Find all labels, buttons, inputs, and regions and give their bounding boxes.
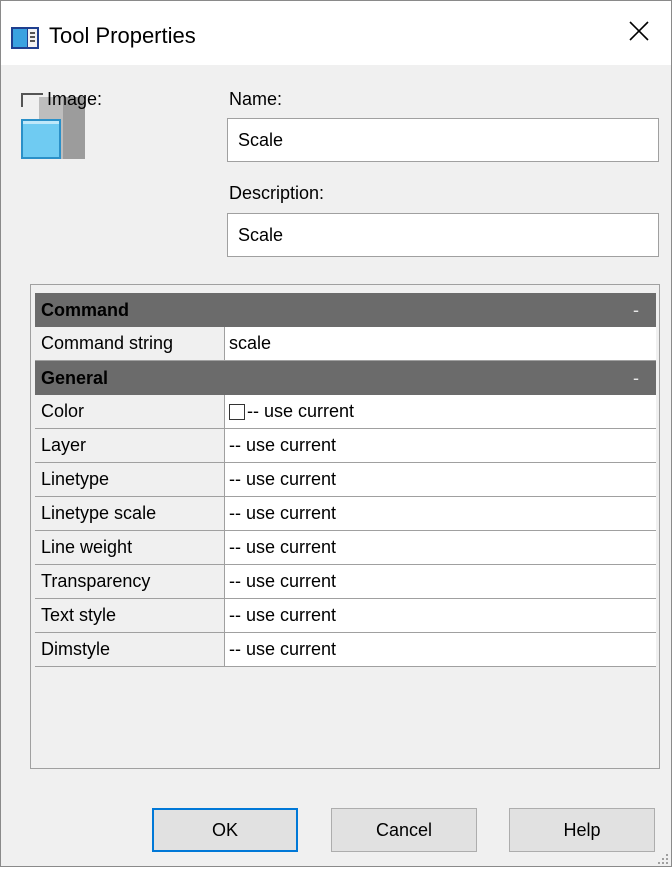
help-button[interactable]: Help xyxy=(509,808,655,852)
color-swatch-icon xyxy=(229,403,245,420)
category-title: Command xyxy=(41,299,130,320)
property-row-linetype: Linetype -- use current xyxy=(35,463,656,497)
name-label: Name: xyxy=(229,89,283,109)
property-row-transparency: Transparency -- use current xyxy=(35,565,656,599)
property-value[interactable]: -- use current xyxy=(225,429,656,462)
property-name: Linetype xyxy=(35,463,225,496)
tool-properties-dialog: Tool Properties Image: Name: Description… xyxy=(0,0,672,867)
property-name: Text style xyxy=(35,599,225,632)
resize-grip-icon[interactable] xyxy=(657,852,669,864)
collapse-toggle[interactable]: - xyxy=(616,368,656,389)
name-input[interactable] xyxy=(227,118,659,162)
property-row-command-string: Command string scale xyxy=(35,327,656,361)
category-title: General xyxy=(41,367,109,388)
description-input[interactable] xyxy=(227,213,659,257)
dialog-title: Tool Properties xyxy=(49,23,196,48)
property-name: Line weight xyxy=(35,531,225,564)
title-bar: Tool Properties xyxy=(1,1,671,65)
properties-grid: Command - Command string scale General -… xyxy=(35,293,656,667)
close-icon xyxy=(628,20,650,47)
property-name: Linetype scale xyxy=(35,497,225,530)
property-value[interactable]: -- use current xyxy=(225,531,656,564)
cancel-button[interactable]: Cancel xyxy=(331,808,477,852)
property-name: Command string xyxy=(35,327,225,360)
tool-properties-icon xyxy=(11,27,39,49)
image-label: Image: xyxy=(47,89,103,109)
description-label: Description: xyxy=(229,183,325,203)
category-command[interactable]: Command - xyxy=(35,293,656,327)
collapse-toggle[interactable]: - xyxy=(616,300,656,321)
close-button[interactable] xyxy=(607,1,671,65)
property-value[interactable]: -- use current xyxy=(225,599,656,632)
property-value-color[interactable]: -- use current xyxy=(225,395,656,428)
property-value[interactable]: -- use current xyxy=(225,565,656,598)
property-value[interactable]: -- use current xyxy=(225,463,656,496)
category-general[interactable]: General - xyxy=(35,361,656,395)
property-value: -- use current xyxy=(247,401,355,421)
property-row-color: Color -- use current xyxy=(35,395,656,429)
property-name: Transparency xyxy=(35,565,225,598)
property-row-linetype-scale: Linetype scale -- use current xyxy=(35,497,656,531)
property-name: Color xyxy=(35,395,225,428)
property-row-text-style: Text style -- use current xyxy=(35,599,656,633)
property-name: Layer xyxy=(35,429,225,462)
property-value[interactable]: -- use current xyxy=(225,497,656,530)
property-value[interactable]: -- use current xyxy=(225,633,656,666)
property-row-dimstyle: Dimstyle -- use current xyxy=(35,633,656,667)
properties-grid-panel: Command - Command string scale General -… xyxy=(30,284,660,769)
ok-button[interactable]: OK xyxy=(152,808,298,852)
property-row-layer: Layer -- use current xyxy=(35,429,656,463)
property-value[interactable]: scale xyxy=(225,327,656,360)
property-name: Dimstyle xyxy=(35,633,225,666)
property-row-line-weight: Line weight -- use current xyxy=(35,531,656,565)
